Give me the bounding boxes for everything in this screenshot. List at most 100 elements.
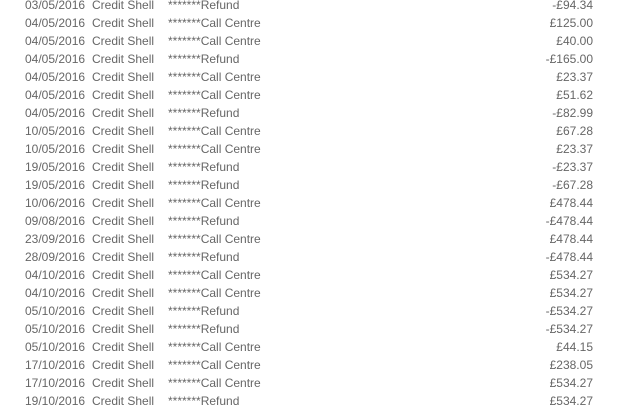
transaction-description: *******Call Centre [168,34,261,48]
transaction-amount: £534.27 [549,376,593,390]
transaction-date: 04/05/2016 [25,106,86,120]
transaction-type: Credit Shell [92,340,155,354]
transaction-description: *******Call Centre [168,376,261,390]
transaction-amount: -£67.28 [552,178,593,192]
transaction-row: 05/10/2016 Credit Shell *******Refund -£… [0,302,618,320]
transaction-description: *******Call Centre [168,268,261,282]
transaction-date: 04/05/2016 [25,34,86,48]
transaction-description: *******Refund [168,0,240,12]
transaction-amount: £534.27 [549,394,593,408]
transaction-description: *******Refund [168,52,240,66]
transaction-amount: £23.37 [556,142,593,156]
transaction-row: 09/08/2016 Credit Shell *******Refund -£… [0,212,618,230]
transaction-date: 09/08/2016 [25,214,86,228]
transaction-date: 17/10/2016 [25,358,86,372]
transaction-amount: £534.27 [549,286,593,300]
transaction-date: 05/10/2016 [25,322,86,336]
transaction-amount: £51.62 [556,88,593,102]
transaction-date: 04/10/2016 [25,286,86,300]
transaction-date: 28/09/2016 [25,250,86,264]
transaction-row: 04/05/2016 Credit Shell *******Refund -£… [0,50,618,68]
transaction-row: 04/05/2016 Credit Shell *******Call Cent… [0,14,618,32]
transaction-type: Credit Shell [92,376,155,390]
transaction-type: Credit Shell [92,286,155,300]
transaction-row: 23/09/2016 Credit Shell *******Call Cent… [0,230,618,248]
transaction-row: 03/05/2016 Credit Shell *******Refund -£… [0,0,618,14]
transaction-description: *******Call Centre [168,340,261,354]
transaction-row: 04/05/2016 Credit Shell *******Refund -£… [0,104,618,122]
transaction-description: *******Call Centre [168,142,261,156]
transaction-description: *******Refund [168,160,240,174]
transaction-amount: £40.00 [556,34,593,48]
transaction-description: *******Call Centre [168,88,261,102]
transaction-row: 05/10/2016 Credit Shell *******Refund -£… [0,320,618,338]
transaction-date: 05/10/2016 [25,340,86,354]
transaction-description: *******Call Centre [168,286,261,300]
transaction-description: *******Refund [168,322,240,336]
transaction-type: Credit Shell [92,250,155,264]
transaction-description: *******Call Centre [168,16,261,30]
transaction-type: Credit Shell [92,88,155,102]
transaction-amount: £125.00 [549,16,593,30]
transaction-description: *******Call Centre [168,70,261,84]
transaction-list: 03/05/2016 Credit Shell *******Refund -£… [0,0,618,410]
transaction-row: 19/05/2016 Credit Shell *******Refund -£… [0,158,618,176]
transaction-description: *******Refund [168,178,240,192]
transaction-date: 10/06/2016 [25,196,86,210]
transaction-amount: £67.28 [556,124,593,138]
transaction-description: *******Refund [168,250,240,264]
transaction-amount: -£82.99 [552,106,593,120]
transaction-amount: -£165.00 [545,52,593,66]
transaction-row: 05/10/2016 Credit Shell *******Call Cent… [0,338,618,356]
transaction-date: 04/05/2016 [25,70,86,84]
transaction-type: Credit Shell [92,304,155,318]
transaction-row: 19/05/2016 Credit Shell *******Refund -£… [0,176,618,194]
transaction-date: 04/05/2016 [25,16,86,30]
transaction-date: 04/05/2016 [25,88,86,102]
transaction-amount: -£94.34 [552,0,593,12]
transaction-description: *******Call Centre [168,232,261,246]
transaction-date: 19/05/2016 [25,160,86,174]
transaction-amount: £478.44 [549,196,593,210]
transaction-date: 17/10/2016 [25,376,86,390]
transaction-amount: -£478.44 [545,250,593,264]
transaction-description: *******Refund [168,106,240,120]
transaction-type: Credit Shell [92,0,155,12]
transaction-row: 10/06/2016 Credit Shell *******Call Cent… [0,194,618,212]
transaction-description: *******Refund [168,304,240,318]
transaction-row: 17/10/2016 Credit Shell *******Call Cent… [0,374,618,392]
transaction-type: Credit Shell [92,232,155,246]
transaction-type: Credit Shell [92,52,155,66]
transaction-date: 04/05/2016 [25,52,86,66]
transaction-amount: -£23.37 [552,160,593,174]
transaction-type: Credit Shell [92,394,155,408]
transaction-row: 17/10/2016 Credit Shell *******Call Cent… [0,356,618,374]
transaction-type: Credit Shell [92,70,155,84]
transaction-description: *******Refund [168,394,240,408]
transaction-date: 19/10/2016 [25,394,86,408]
transaction-description: *******Refund [168,214,240,228]
transaction-type: Credit Shell [92,34,155,48]
transaction-row: 28/09/2016 Credit Shell *******Refund -£… [0,248,618,266]
transaction-description: *******Call Centre [168,124,261,138]
transaction-row: 04/05/2016 Credit Shell *******Call Cent… [0,32,618,50]
transaction-type: Credit Shell [92,160,155,174]
transaction-row: 04/05/2016 Credit Shell *******Call Cent… [0,86,618,104]
transaction-description: *******Call Centre [168,196,261,210]
transaction-type: Credit Shell [92,268,155,282]
transaction-amount: -£534.27 [545,304,593,318]
transaction-description: *******Call Centre [168,358,261,372]
transaction-row: 10/05/2016 Credit Shell *******Call Cent… [0,122,618,140]
transaction-amount: £478.44 [549,232,593,246]
transaction-row: 04/10/2016 Credit Shell *******Call Cent… [0,266,618,284]
transaction-amount: -£534.27 [545,322,593,336]
transaction-type: Credit Shell [92,196,155,210]
transaction-date: 10/05/2016 [25,124,86,138]
transaction-type: Credit Shell [92,214,155,228]
transaction-amount: £534.27 [549,268,593,282]
transaction-row: 04/10/2016 Credit Shell *******Call Cent… [0,284,618,302]
transaction-row: 04/05/2016 Credit Shell *******Call Cent… [0,68,618,86]
transaction-type: Credit Shell [92,142,155,156]
transaction-type: Credit Shell [92,322,155,336]
transaction-date: 10/05/2016 [25,142,86,156]
